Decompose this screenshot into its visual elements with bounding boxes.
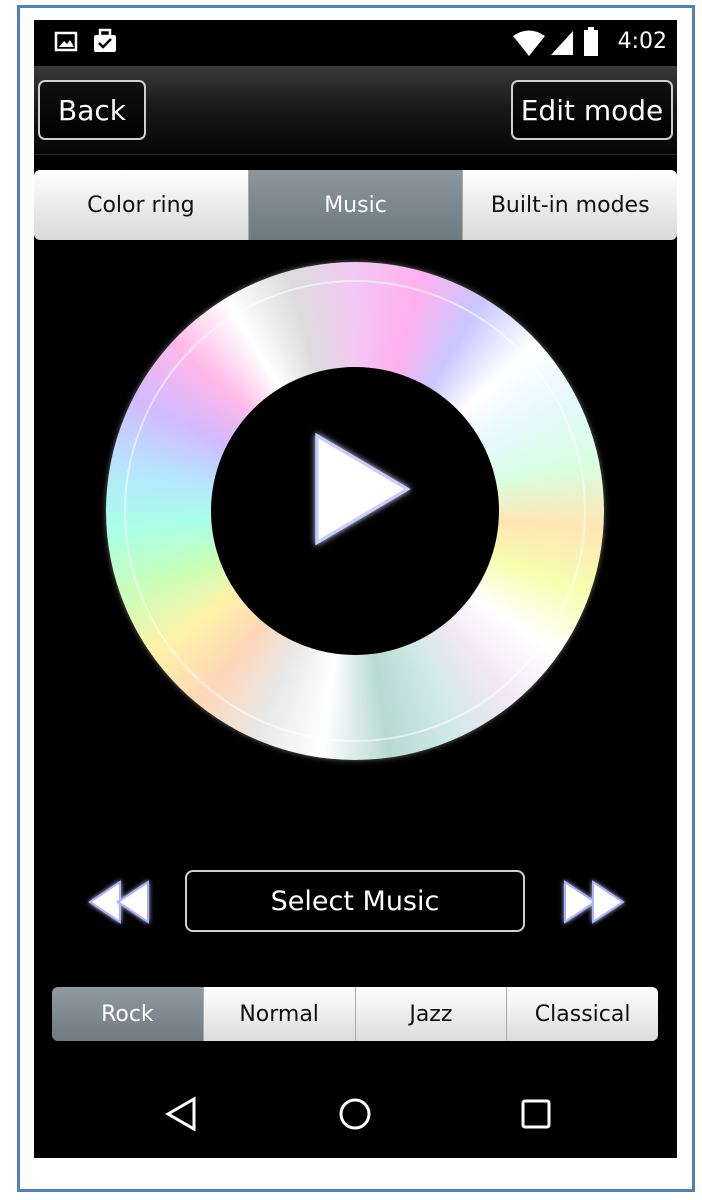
status-time: 4:02 xyxy=(617,29,667,54)
genre-selector: Rock Normal Jazz Classical xyxy=(52,987,658,1041)
genre-rock[interactable]: Rock xyxy=(52,987,204,1041)
action-bar: Back Edit mode xyxy=(34,66,677,155)
briefcase-check-icon xyxy=(94,28,116,52)
edit-mode-button[interactable]: Edit mode xyxy=(511,80,673,140)
back-button[interactable]: Back xyxy=(38,80,146,140)
battery-icon xyxy=(584,27,598,56)
rewind-icon[interactable] xyxy=(84,876,154,928)
status-bar: 4:02 xyxy=(34,20,677,66)
tab-color-ring[interactable]: Color ring xyxy=(34,170,249,240)
back-triangle-icon[interactable] xyxy=(162,1094,202,1134)
tab-music[interactable]: Music xyxy=(248,170,464,240)
select-music-button[interactable]: Select Music xyxy=(185,870,525,932)
genre-normal[interactable]: Normal xyxy=(203,987,356,1041)
recents-square-icon[interactable] xyxy=(516,1094,556,1134)
tab-built-in-modes[interactable]: Built-in modes xyxy=(463,170,677,240)
phone-screen: 4:02 Back Edit mode Color ring Music Bui… xyxy=(34,20,677,1158)
wifi-icon xyxy=(513,30,545,56)
fast-forward-icon[interactable] xyxy=(559,876,629,928)
play-icon[interactable] xyxy=(284,415,424,555)
signal-icon xyxy=(551,31,573,55)
genre-jazz[interactable]: Jazz xyxy=(355,987,508,1041)
home-circle-icon[interactable] xyxy=(335,1094,375,1134)
genre-classical[interactable]: Classical xyxy=(507,987,658,1041)
navigation-bar xyxy=(34,1070,677,1158)
mode-tabs: Color ring Music Built-in modes xyxy=(34,170,677,240)
image-icon xyxy=(54,31,78,52)
playback-controls: Select Music xyxy=(34,870,677,934)
